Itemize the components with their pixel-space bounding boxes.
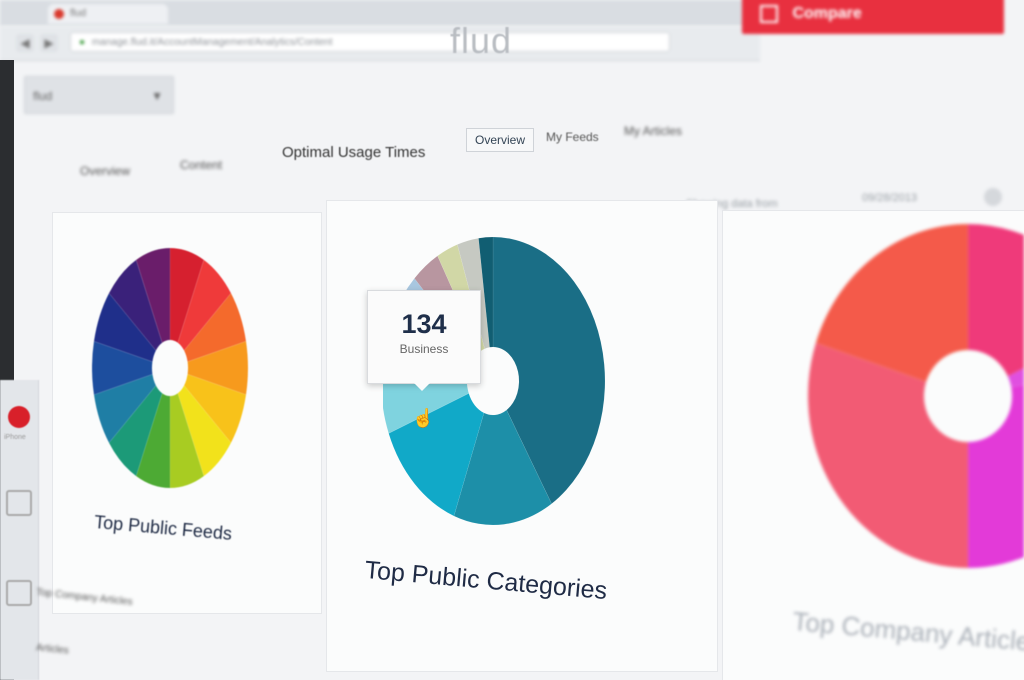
account-selector-value: flud	[33, 89, 53, 103]
app-logo: flud	[450, 20, 513, 61]
browser-tabbar: flud	[0, 0, 760, 26]
hand-cursor-icon: ☝	[412, 408, 435, 428]
nav-overview[interactable]: Overview	[80, 164, 130, 178]
subtab-my-feeds[interactable]: My Feeds	[546, 130, 599, 144]
sidebar: iPhone	[0, 380, 39, 680]
pie-slice[interactable]	[967, 224, 1024, 377]
tooltip-label: Business	[399, 342, 449, 356]
list-item[interactable]: Articles	[36, 642, 70, 656]
compare-button-label: Compare	[792, 5, 862, 22]
back-icon[interactable]: ◀	[16, 34, 34, 52]
grid-icon[interactable]	[6, 580, 32, 606]
nav-content[interactable]: Content	[180, 158, 222, 172]
favicon-icon	[54, 9, 64, 19]
browser-toolbar: ◀ ▶ ● manage.flud.it/AccountManagement/A…	[0, 26, 760, 61]
gear-icon[interactable]	[984, 188, 1002, 206]
subtab-my-articles[interactable]: My Articles	[624, 124, 682, 138]
chevron-down-icon: ▼	[151, 89, 163, 103]
browser-tab-title: flud	[70, 8, 87, 19]
top-company-articles-chart	[808, 224, 1024, 568]
lock-icon: ●	[79, 37, 86, 48]
address-bar[interactable]: ● manage.flud.it/AccountManagement/Analy…	[70, 32, 670, 52]
top-public-feeds-chart	[92, 248, 249, 489]
account-selector[interactable]: flud ▼	[24, 76, 174, 114]
compare-icon	[760, 4, 778, 23]
tooltip-value: 134	[401, 309, 447, 339]
pie-slice[interactable]	[808, 342, 969, 568]
analytics-nav: Overview Content Optimal Usage Times Ove…	[54, 124, 682, 194]
chart-tooltip: 134 Business	[367, 290, 481, 391]
screen: flud ◀ ▶ ● manage.flud.it/AccountManagem…	[0, 0, 1024, 680]
date-filter[interactable]: 09/28/2013	[862, 192, 917, 204]
people-icon[interactable]	[6, 490, 32, 516]
apple-icon[interactable]	[8, 406, 30, 428]
compare-button[interactable]: Compare	[742, 0, 1004, 34]
subtab-overview[interactable]: Overview	[466, 128, 535, 152]
sidebar-item-label: iPhone	[4, 434, 26, 441]
pie-slice[interactable]	[967, 364, 1024, 568]
browser-tab[interactable]: flud	[48, 4, 168, 24]
url-text: manage.flud.it/AccountManagement/Analyti…	[91, 37, 333, 48]
nav-optimal-usage-times[interactable]: Optimal Usage Times	[282, 144, 425, 161]
forward-icon[interactable]: ▶	[40, 34, 58, 52]
tooltip-arrow	[414, 383, 430, 391]
